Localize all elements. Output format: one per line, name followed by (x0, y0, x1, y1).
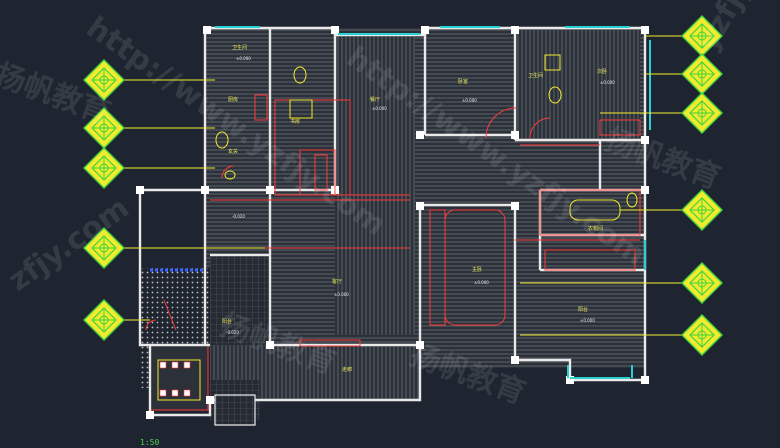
scale-caption: 1:50 (140, 438, 160, 447)
room-label: 阳台 (222, 319, 233, 325)
room-label: 阳台 (578, 307, 589, 313)
elevation-mark: -0.020 (226, 330, 239, 335)
room-label: 书房 (290, 119, 301, 125)
elevation-mark: ±0.000 (580, 318, 595, 323)
bay-window (214, 394, 256, 426)
elevation-mark: ±0.000 (334, 292, 349, 297)
room-label: 卫生间 (232, 45, 248, 51)
cad-canvas: http://www.yzfjy.com http://www.yzfjy.co… (0, 0, 780, 448)
room-label: 次卧 (597, 69, 608, 75)
room-label: 客厅 (332, 279, 343, 285)
elevation-mark: ±0.000 (600, 80, 615, 85)
elevation-mark: ±0.000 (462, 98, 477, 103)
room-label: 主卧 (472, 267, 483, 273)
elevation-mark: ±0.000 (236, 56, 251, 61)
elevation-mark: ±0.000 (372, 106, 387, 111)
room-label: 走廊 (342, 367, 353, 373)
room-label: 玄关 (228, 149, 239, 155)
room-label: 餐厅 (370, 97, 381, 103)
room-label: 卧室 (458, 79, 469, 85)
elevation-mark: -0.020 (232, 214, 245, 219)
elevation-mark: ±0.000 (474, 280, 489, 285)
room-label: 厨房 (228, 97, 239, 103)
room-label: 衣帽间 (588, 226, 604, 232)
room-label: 卫生间 (528, 73, 544, 79)
